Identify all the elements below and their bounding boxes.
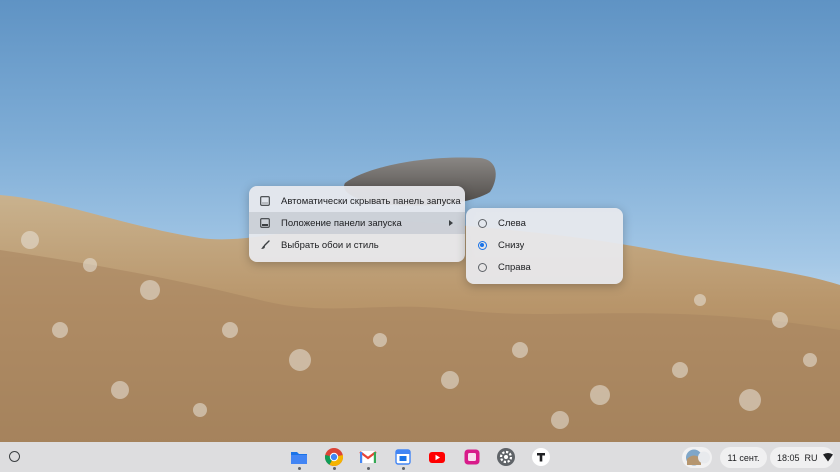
time-label: 18:05 [777,452,800,463]
running-indicator [333,467,336,470]
status-area-button[interactable]: 18:05 RU [770,447,834,468]
date-tray-button[interactable]: 11 сент. [720,447,767,468]
radio-button[interactable] [466,240,498,250]
purple-app-icon [464,449,480,465]
option-label: Слева [498,217,526,229]
menu-item-shelf-position[interactable]: Положение панели запуска [249,212,465,234]
shelf-context-menu: Автоматически скрывать панель запуска По… [249,186,465,262]
paintbrush-icon [249,240,281,250]
position-option-left[interactable]: Слева [466,212,623,234]
menu-item-label: Автоматически скрывать панель запуска [281,195,461,207]
position-option-right[interactable]: Справа [466,256,623,278]
calendar-icon [395,449,411,465]
keyboard-layout-label: RU [804,452,818,463]
radio-button[interactable] [466,218,498,228]
running-indicator [367,467,370,470]
menu-item-label: Выбрать обои и стиль [281,239,379,251]
date-label: 11 сент. [727,452,760,463]
tote-thumbnail-icon [686,449,710,466]
radio-unchecked-icon [477,262,487,272]
radio-button[interactable] [466,262,498,272]
menu-item-autohide-shelf[interactable]: Автоматически скрывать панель запуска [249,190,465,212]
option-label: Справа [498,261,531,273]
youtube-app-button[interactable] [427,447,447,467]
chrome-icon [324,448,344,467]
purple-app-button[interactable] [462,447,482,467]
gmail-icon [359,451,377,463]
radio-unchecked-icon [477,218,487,228]
shelf-apps [0,447,840,467]
chrome-app-button[interactable] [324,447,344,467]
autohide-shelf-icon [249,196,281,206]
shelf-position-icon [249,218,281,228]
youtube-icon [429,452,445,463]
wifi-icon [822,453,833,462]
shelf-position-submenu: Слева Снизу Справа [466,208,623,284]
calendar-app-button[interactable] [393,447,413,467]
option-label: Снизу [498,239,525,251]
settings-app-button[interactable] [496,447,516,467]
position-option-bottom[interactable]: Снизу [466,234,623,256]
radio-checked-icon [477,240,487,250]
submenu-arrow-icon [449,220,453,226]
t-app-icon [532,448,550,466]
running-indicator [402,467,405,470]
menu-item-wallpaper-style[interactable]: Выбрать обои и стиль [249,234,465,256]
running-indicator [298,467,301,470]
menu-item-label: Положение панели запуска [281,217,402,229]
t-app-button[interactable] [531,447,551,467]
gmail-app-button[interactable] [358,447,378,467]
files-app-button[interactable] [289,447,309,467]
holding-space-tote[interactable] [682,447,712,468]
files-folder-icon [291,452,307,464]
settings-gear-icon [497,448,515,466]
